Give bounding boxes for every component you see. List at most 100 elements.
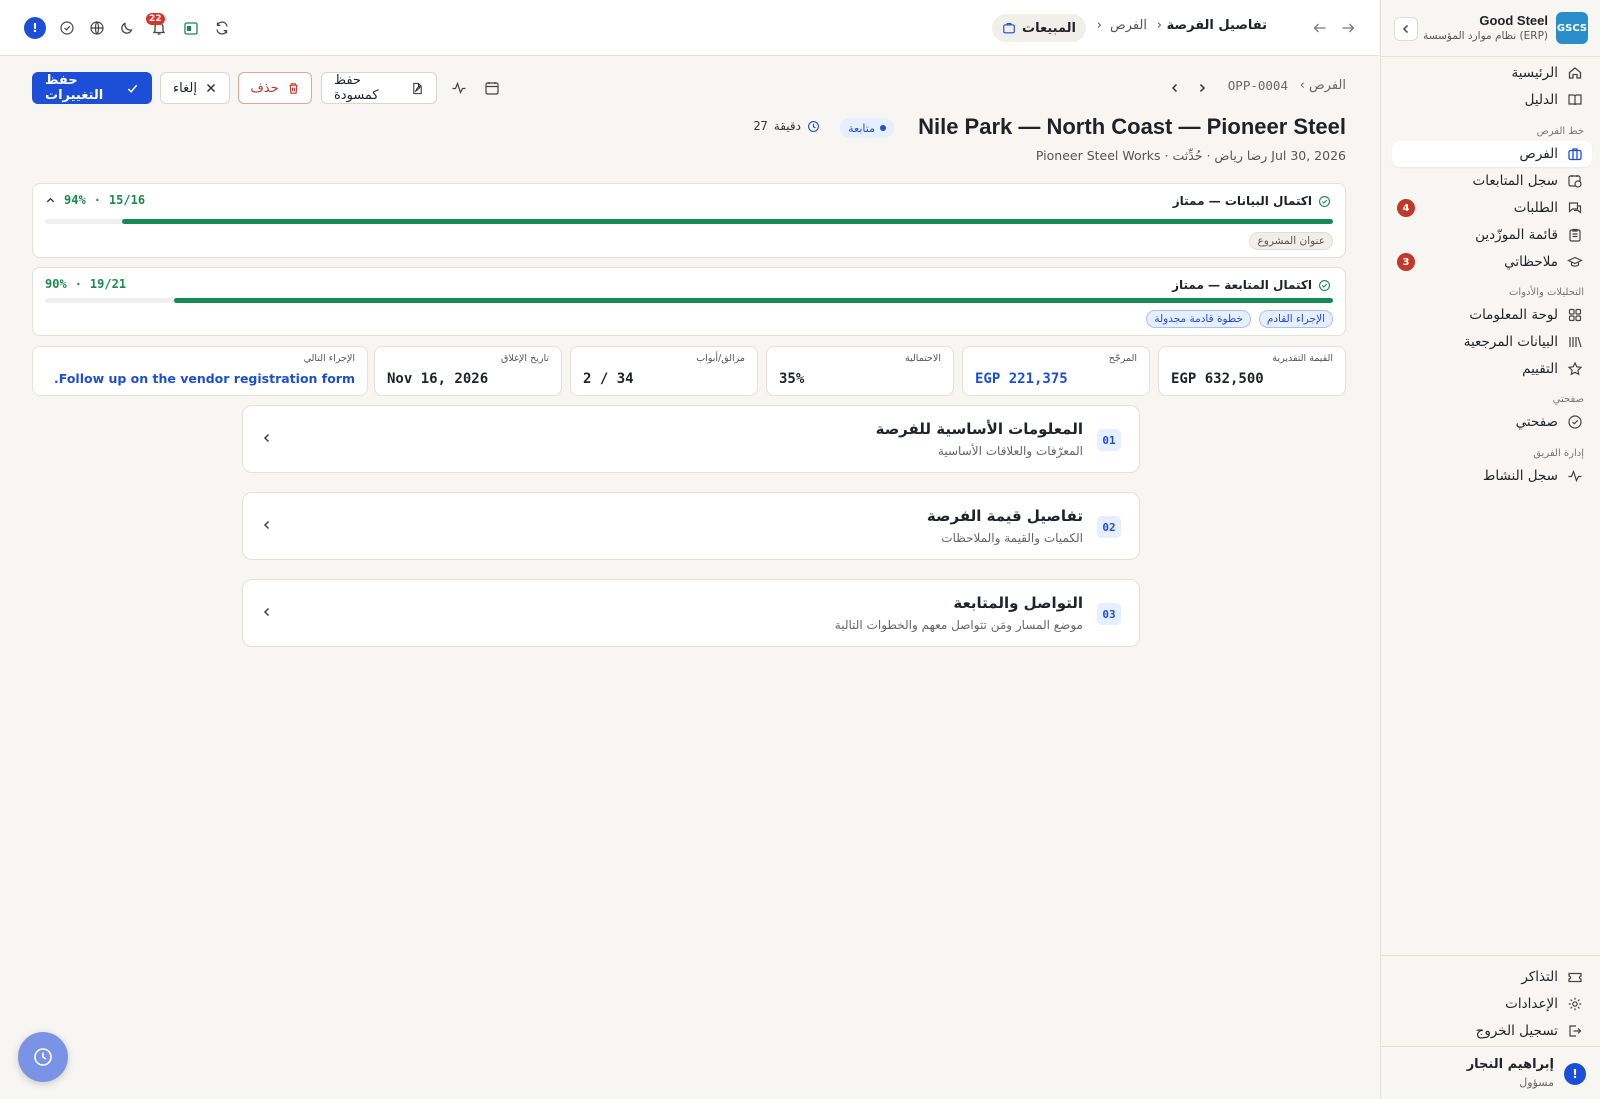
stat-close-date: تاريخ الإغلاق Nov 16, 2026 <box>374 346 562 396</box>
alert-icon[interactable]: ! <box>24 17 46 39</box>
clock-icon <box>32 1046 54 1068</box>
previous-record-icon[interactable] <box>1165 78 1185 98</box>
progress-count: 90% · 19/21 <box>45 277 126 291</box>
followup-completeness-card: اكتمال المتابعة — ممتاز 90% · 19/21 الإج… <box>32 267 1346 336</box>
sidebar-item-home[interactable]: الرئيسية <box>1392 60 1592 86</box>
chevron-left-icon[interactable] <box>261 519 273 531</box>
spreadsheet-icon[interactable] <box>180 17 202 39</box>
status-badge: متابعة <box>840 118 894 138</box>
breadcrumb-opportunities[interactable]: الفرص <box>1110 18 1147 33</box>
breadcrumb-sales[interactable]: المبيعات <box>992 14 1086 42</box>
sidebar-item-followups[interactable]: سجل المتابعات <box>1392 168 1592 194</box>
sidebar-item-label: الفرص <box>1519 146 1558 162</box>
sidebar-item-tickets[interactable]: التذاكر <box>1392 964 1592 990</box>
progress-title: اكتمال المتابعة — ممتاز <box>1172 278 1331 292</box>
refresh-icon[interactable] <box>211 17 233 39</box>
forward-arrow-icon[interactable] <box>1337 17 1359 39</box>
sidebar-item-label: قائمة الموزّدين <box>1475 227 1558 243</box>
chevron-left-icon[interactable] <box>261 432 273 444</box>
sidebar-item-logout[interactable]: تسجيل الخروج <box>1392 1018 1592 1044</box>
sidebar-item-label: لوحة المعلومات <box>1469 307 1558 323</box>
stat-value: Follow up on the vendor registration for… <box>54 371 355 386</box>
section-number: 02 <box>1097 516 1121 538</box>
chevron-up-icon[interactable] <box>45 195 56 206</box>
sidebar-item-rating[interactable]: التقييم <box>1392 356 1592 382</box>
stat-value: EGP 632,500 <box>1171 371 1264 387</box>
sidebar: GSCS Good Steel نظام موارد المؤسسة (ERP)… <box>1380 0 1600 1099</box>
sidebar-item-label: تسجيل الخروج <box>1475 1023 1558 1039</box>
section-subtitle: موضع المسار ومَن تتواصل معهم والخطوات ال… <box>834 618 1083 632</box>
sidebar-collapse-button[interactable] <box>1394 17 1418 41</box>
progress-percent: 90% <box>45 277 67 291</box>
brand-logo: GSCS <box>1556 12 1588 44</box>
stat-weighted-value: المرجّح EGP 221,375 <box>962 346 1150 396</box>
notes-count-badge: 3 <box>1397 253 1415 271</box>
check-circle-icon[interactable] <box>56 17 78 39</box>
moon-icon[interactable] <box>116 17 138 39</box>
sidebar-divider <box>1381 955 1600 956</box>
globe-icon[interactable] <box>86 17 108 39</box>
section-communication[interactable]: 03 التواصل والمتابعة موضع المسار ومَن تت… <box>242 579 1140 647</box>
sidebar-item-suppliers[interactable]: قائمة الموزّدين <box>1392 222 1592 248</box>
breadcrumb-sales-label: المبيعات <box>1022 20 1076 36</box>
dashboard-icon <box>1566 306 1584 324</box>
activity-icon[interactable] <box>449 78 469 98</box>
chat-icon <box>1566 199 1584 217</box>
user-name: إبراهيم النجار <box>1466 1057 1554 1072</box>
section-value-details[interactable]: 02 تفاصيل قيمة الفرصة الكميات والقيمة وا… <box>242 492 1140 560</box>
missing-field-chip[interactable]: الإجراء القادم <box>1258 310 1333 328</box>
library-icon <box>1566 333 1584 351</box>
status-dot <box>880 125 886 131</box>
stat-quantities: مزالق/أبواب 2 / 34 <box>570 346 758 396</box>
sidebar-item-reference-data[interactable]: البيانات المرجعية <box>1392 329 1592 355</box>
back-arrow-icon[interactable] <box>1309 17 1331 39</box>
briefcase-icon <box>1566 145 1584 163</box>
sidebar-item-activity-log[interactable]: سجل النشاط <box>1392 463 1592 489</box>
stat-label: الإجراء التالي <box>303 353 355 364</box>
sidebar-item-requests[interactable]: الطلبات <box>1392 195 1592 221</box>
delete-button[interactable]: حذف <box>238 72 312 104</box>
sidebar-item-my-notes[interactable]: ملاحظاتي <box>1392 249 1592 275</box>
avatar[interactable]: ! <box>1564 1063 1586 1085</box>
next-record-icon[interactable] <box>1192 78 1212 98</box>
progress-fraction: 19/21 <box>89 277 127 291</box>
section-title: المعلومات الأساسية للفرصة <box>875 420 1083 438</box>
nav-group-mypage: صفحتي <box>1552 394 1584 405</box>
ticket-icon <box>1566 968 1584 986</box>
calendar-icon[interactable] <box>482 78 502 98</box>
separator: · <box>74 277 82 291</box>
chevron-right-icon: › <box>1096 18 1102 33</box>
chevron-left-icon: ‹ <box>1299 78 1305 93</box>
cancel-button[interactable]: إلغاء <box>160 72 230 104</box>
history-fab-button[interactable] <box>18 1032 68 1082</box>
section-number: 01 <box>1097 429 1121 451</box>
sidebar-item-guide[interactable]: الدليل <box>1392 87 1592 113</box>
sidebar-item-my-page[interactable]: صفحتي <box>1392 409 1592 435</box>
breadcrumb-opportunities-link[interactable]: الفرص <box>1309 78 1346 93</box>
save-draft-button[interactable]: حفظ كمسودة <box>321 72 437 104</box>
chevron-right-icon: › <box>1156 18 1162 33</box>
brand: GSCS Good Steel نظام موارد المؤسسة (ERP) <box>1391 8 1588 48</box>
section-basic-info[interactable]: 01 المعلومات الأساسية للفرصة المعرّفات و… <box>242 405 1140 473</box>
chevron-left-icon[interactable] <box>261 606 273 618</box>
briefcase-icon <box>1002 21 1016 35</box>
missing-field-chip[interactable]: خطوة قادمة مجدولة <box>1146 310 1251 328</box>
check-icon <box>126 82 139 95</box>
stat-probability: الاحتمالية 35% <box>766 346 954 396</box>
stat-value: EGP 221,375 <box>975 371 1068 387</box>
check-circle-icon <box>1318 195 1331 208</box>
nav-group-team: إدارة الفريق <box>1533 448 1584 459</box>
sidebar-item-settings[interactable]: الإعدادات <box>1392 991 1592 1017</box>
stat-next-action: الإجراء التالي Follow up on the vendor r… <box>32 346 368 396</box>
clock-icon <box>807 120 820 133</box>
timer-value: 27 <box>753 119 768 133</box>
nav-group-tools: التحليلات والأدوات <box>1509 287 1584 298</box>
calendar-clock-icon <box>1566 172 1584 190</box>
progress-bar <box>45 298 1333 303</box>
sidebar-item-opportunities[interactable]: الفرص <box>1392 141 1592 167</box>
sidebar-divider <box>1381 56 1600 57</box>
logout-icon <box>1566 1022 1584 1040</box>
sidebar-item-dashboard[interactable]: لوحة المعلومات <box>1392 302 1592 328</box>
save-changes-button[interactable]: حفظ التغييرات <box>32 72 152 104</box>
missing-field-chip[interactable]: عنوان المشروع <box>1249 232 1333 250</box>
